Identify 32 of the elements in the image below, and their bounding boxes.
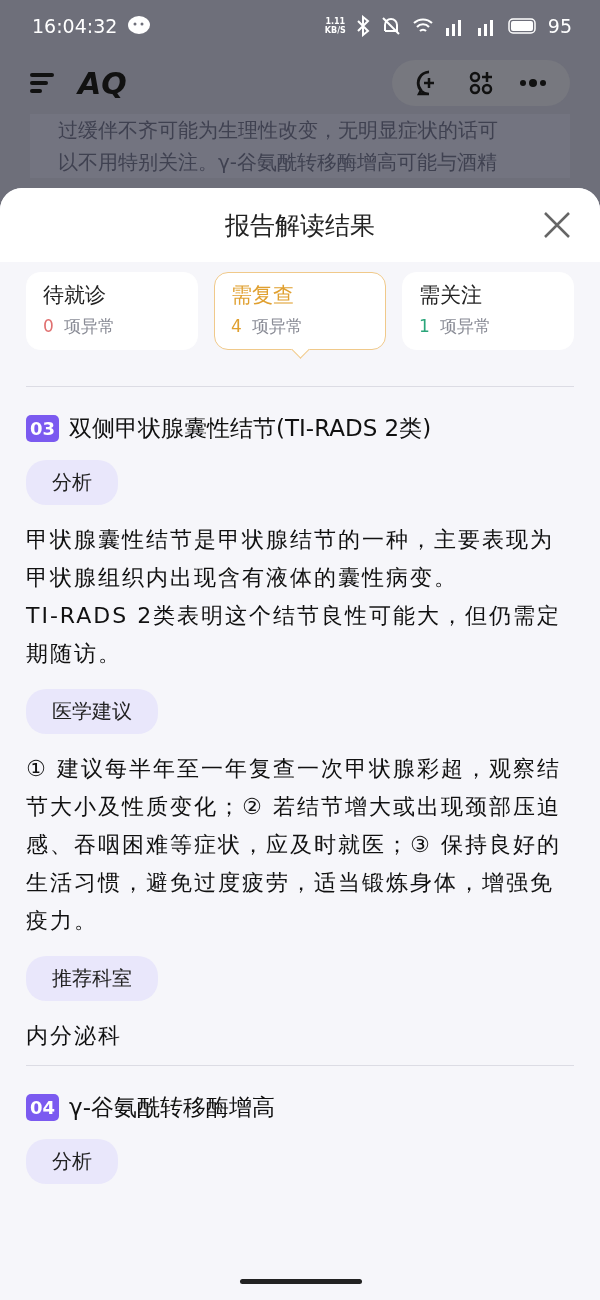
app-logo: AQ [78, 65, 127, 101]
section-label: 医学建议 [26, 689, 158, 734]
tab-label: 需复查 [231, 282, 295, 309]
battery-level: 95 [547, 15, 572, 37]
section-text: 甲状腺囊性结节是甲状腺结节的一种，主要表现为甲状腺组织内出现含有液体的囊性病变。 TI-RADS 2类表明这个结节良性可能大，但仍需定期随访。 [26, 526, 563, 668]
item-title: 双侧甲状腺囊性结节(TI-RADS 2类) [69, 414, 432, 443]
section-label: 推荐科室 [26, 956, 158, 1001]
item-number-badge: 04 [26, 1094, 60, 1121]
abnormal-count: 1 项异常 [419, 315, 492, 338]
network-speed: 1.11 KB/S [324, 17, 346, 35]
more-icon[interactable] [520, 79, 546, 87]
tab-label: 需关注 [419, 282, 483, 309]
section-text: ① 建议每半年至一年复查一次甲状腺彩超，观察结节大小及性质变化；② 若结节增大或出现颈部压迫感、吞咽困难等症状，应及时就医；③ 保持良好的生活习惯，避免过度疲劳，适当锻炼身体，增强免疫力。 [26, 755, 562, 935]
section-text: 内分泌科 [26, 1022, 123, 1050]
status-time: 16:04:32 [32, 15, 118, 37]
section-label: 分析 [26, 460, 118, 505]
menu-icon[interactable] [30, 73, 56, 93]
bluetooth-icon [355, 15, 370, 37]
apps-sparkle-icon[interactable] [468, 70, 494, 96]
chat-bubble-icon [127, 15, 152, 37]
abnormal-count: 4 项异常 [231, 315, 304, 338]
section-label: 分析 [26, 1139, 118, 1184]
abnormal-count: 0 项异常 [43, 315, 116, 338]
muted-bell-icon [379, 15, 402, 37]
category-tab[interactable]: 待就诊 0 项异常 [26, 272, 198, 350]
battery-icon [507, 18, 538, 34]
sheet-title: 报告解读结果 [225, 209, 375, 242]
category-tab[interactable]: 需关注 1 项异常 [402, 272, 574, 350]
tab-label: 待就诊 [43, 282, 107, 309]
close-button[interactable] [542, 210, 572, 240]
item-number-badge: 03 [26, 415, 60, 442]
item-title: γ-谷氨酰转移酶增高 [69, 1093, 275, 1122]
